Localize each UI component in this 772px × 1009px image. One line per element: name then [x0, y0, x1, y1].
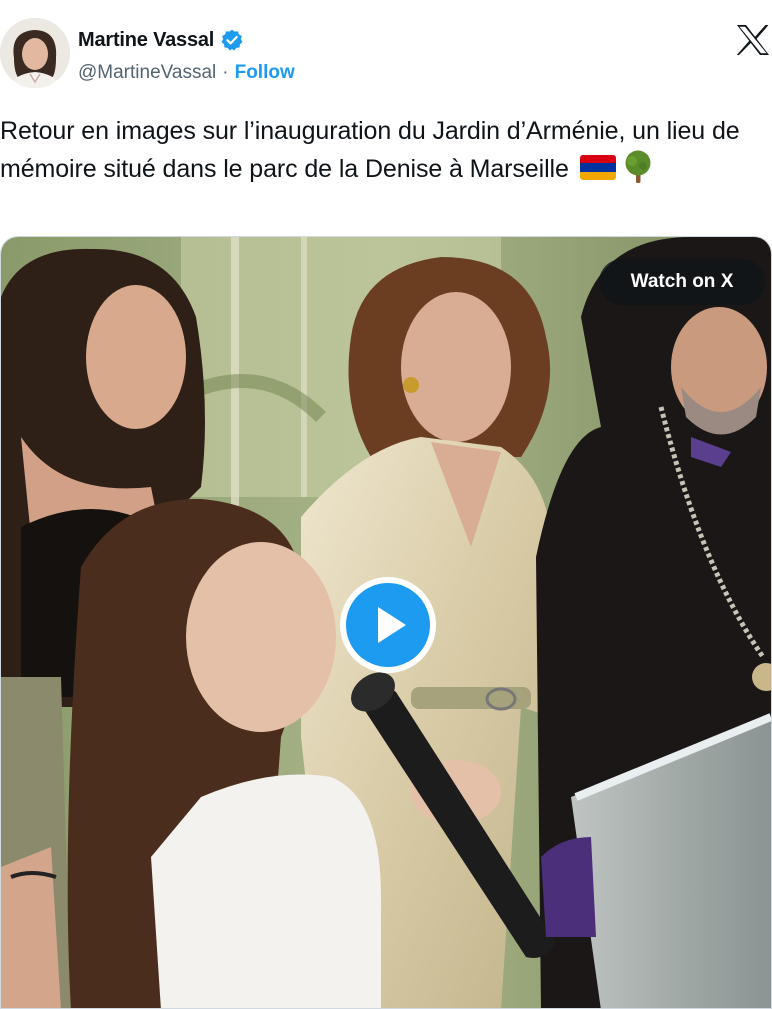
avatar-image [0, 18, 70, 88]
author-block: Martine Vassal @MartineVassal · Follow [78, 26, 295, 88]
author-handle[interactable]: @MartineVassal [78, 62, 216, 84]
deciduous-tree-icon [625, 150, 651, 183]
tweet-header: Martine Vassal @MartineVassal · Follow [0, 0, 772, 100]
verified-badge-icon [221, 29, 243, 51]
author-name[interactable]: Martine Vassal [78, 29, 214, 52]
x-logo-icon[interactable] [736, 24, 770, 56]
separator-dot: · [222, 62, 229, 83]
follow-button[interactable]: Follow [235, 62, 295, 84]
armenia-flag-icon [579, 155, 616, 180]
watch-on-x-button[interactable]: Watch on X [599, 259, 765, 305]
avatar[interactable] [0, 18, 70, 88]
video-player[interactable]: Watch on X [0, 236, 772, 1009]
play-icon[interactable] [338, 575, 438, 675]
tweet-text: Retour en images sur l’inauguration du J… [0, 113, 760, 187]
